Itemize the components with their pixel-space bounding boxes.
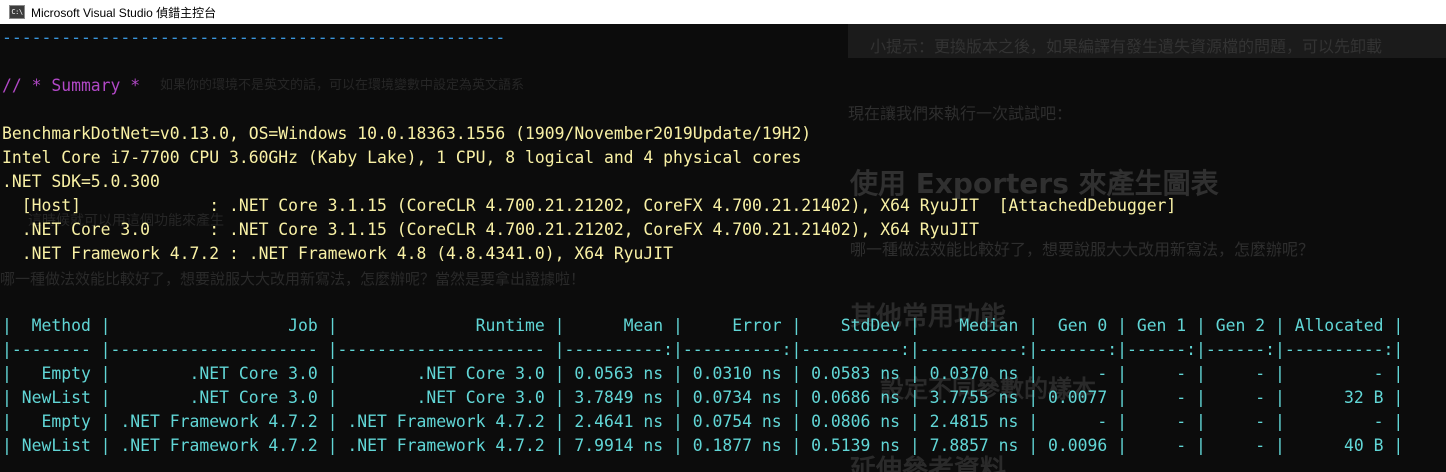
- summary-header: // * Summary *: [2, 76, 141, 95]
- separator-line: ----------------------------------------…: [2, 28, 506, 47]
- background-tip-text: 小提示：更換版本之後，如果編譯有發生遺失資源檔的問題，可以先卸載: [870, 37, 1383, 56]
- table-row: | NewList | .NET Core 3.0 | .NET Core 3.…: [2, 388, 1404, 407]
- env-line-cpu: Intel Core i7-7700 CPU 3.60GHz (Kaby Lak…: [2, 148, 802, 167]
- console-app-icon: C:\: [9, 5, 25, 19]
- env-line-netcore: .NET Core 3.0 : .NET Core 3.1.15 (CoreCL…: [2, 220, 979, 239]
- env-line-benchmarkdotnet: BenchmarkDotNet=v0.13.0, OS=Windows 10.0…: [2, 124, 812, 143]
- console-output[interactable]: 小提示：更換版本之後，如果編譯有發生遺失資源檔的問題，可以先卸載 如果你的環境不…: [0, 24, 1446, 472]
- window-titlebar[interactable]: C:\ Microsoft Visual Studio 偵錯主控台: [0, 0, 1446, 24]
- table-row: | Empty | .NET Framework 4.7.2 | .NET Fr…: [2, 412, 1404, 431]
- background-text-line: 如果你的環境不是英文的話，可以在環境變數中設定為英文語系: [160, 78, 525, 93]
- background-left-line: 哪一種做法效能比較好了，想要說服大大改用新寫法，怎麼辦呢？當然是要拿出證據啦！: [0, 270, 586, 288]
- table-separator-row: |-------- |--------------------- |------…: [2, 340, 1404, 359]
- env-line-netframework: .NET Framework 4.7.2 : .NET Framework 4.…: [2, 244, 674, 263]
- table-row: | NewList | .NET Framework 4.7.2 | .NET …: [2, 436, 1404, 455]
- table-row: | Empty | .NET Core 3.0 | .NET Core 3.0 …: [2, 364, 1404, 383]
- console-app-icon-label: C:\: [11, 7, 23, 16]
- env-line-sdk: .NET SDK=5.0.300: [2, 172, 160, 191]
- env-line-host: [Host] : .NET Core 3.1.15 (CoreCLR 4.700…: [2, 196, 1177, 215]
- background-run-text: 現在讓我們來執行一次試試吧：: [848, 104, 1073, 123]
- table-header-row: | Method | Job | Runtime | Mean | Error …: [2, 316, 1404, 335]
- window-title: Microsoft Visual Studio 偵錯主控台: [31, 5, 217, 20]
